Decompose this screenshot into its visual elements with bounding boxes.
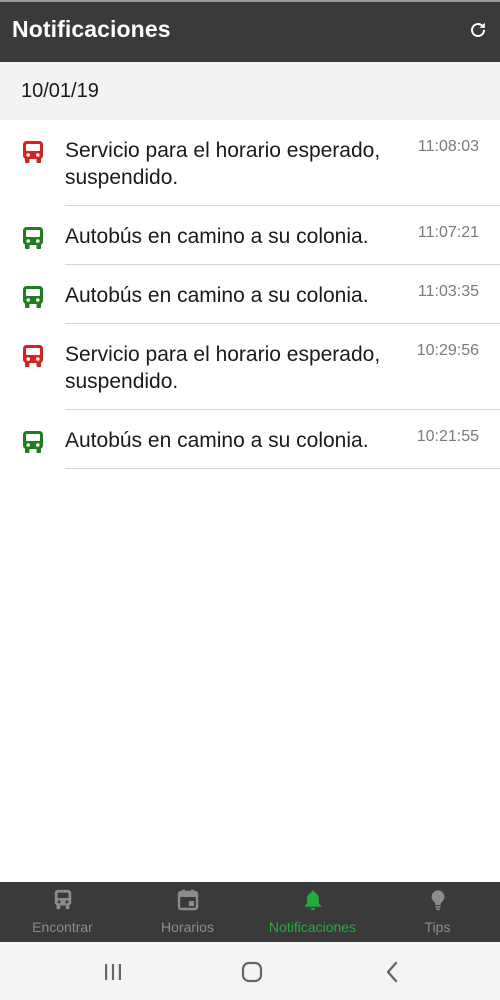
notification-time: 11:07:21 bbox=[417, 224, 479, 241]
notification-message: Autobús en camino a su colonia. bbox=[65, 225, 369, 248]
notification-time: 11:03:35 bbox=[417, 283, 479, 300]
notification-list: Servicio para el horario esperado, suspe… bbox=[0, 120, 500, 469]
back-icon bbox=[386, 961, 398, 983]
calendar-icon bbox=[177, 889, 198, 911]
bus-icon bbox=[54, 889, 71, 910]
lightbulb-icon bbox=[431, 890, 444, 911]
date-label: 10/01/19 bbox=[21, 80, 99, 102]
page-title: Notificaciones bbox=[12, 16, 171, 42]
notification-message: Autobús en camino a su colonia. bbox=[65, 284, 369, 307]
bottom-navigation: Encontrar Horarios Notificaciones Tips bbox=[0, 882, 500, 942]
bus-icon bbox=[23, 227, 43, 249]
notification-item[interactable]: Servicio para el horario esperado, suspe… bbox=[0, 324, 500, 410]
recents-icon bbox=[105, 964, 121, 980]
notification-message: Servicio para el horario esperado, suspe… bbox=[65, 139, 381, 189]
nav-label: Encontrar bbox=[32, 919, 93, 935]
bus-icon bbox=[23, 141, 43, 163]
system-navigation-bar bbox=[0, 942, 500, 1000]
back-button[interactable] bbox=[380, 959, 406, 985]
nav-label: Notificaciones bbox=[268, 919, 357, 935]
refresh-icon bbox=[471, 22, 485, 37]
app-header: Notificaciones bbox=[0, 0, 500, 62]
date-section-header: 10/01/19 bbox=[0, 62, 500, 120]
nav-label: Horarios bbox=[161, 919, 214, 935]
bus-icon bbox=[23, 345, 43, 367]
nav-label: Tips bbox=[424, 919, 451, 935]
recents-button[interactable] bbox=[100, 959, 126, 985]
notification-time: 11:08:03 bbox=[417, 138, 479, 155]
bus-icon bbox=[23, 286, 43, 308]
notification-item[interactable]: Servicio para el horario esperado, suspe… bbox=[0, 120, 500, 206]
nav-item-horarios[interactable]: Horarios bbox=[125, 882, 250, 942]
divider bbox=[65, 468, 500, 469]
bus-icon bbox=[23, 431, 43, 453]
nav-item-tips[interactable]: Tips bbox=[375, 882, 500, 942]
notification-item[interactable]: Autobús en camino a su colonia. 11:03:35 bbox=[0, 265, 500, 324]
home-button[interactable] bbox=[239, 959, 265, 985]
bell-icon bbox=[304, 890, 321, 911]
home-icon bbox=[241, 961, 263, 983]
notification-time: 10:21:55 bbox=[416, 428, 479, 445]
notification-item[interactable]: Autobús en camino a su colonia. 11:07:21 bbox=[0, 206, 500, 265]
nav-item-notificaciones[interactable]: Notificaciones bbox=[250, 882, 375, 942]
notification-message: Autobús en camino a su colonia. bbox=[65, 429, 369, 452]
notification-time: 10:29:56 bbox=[416, 342, 479, 359]
notification-item[interactable]: Autobús en camino a su colonia. 10:21:55 bbox=[0, 410, 500, 469]
refresh-button[interactable] bbox=[464, 16, 492, 44]
notification-message: Servicio para el horario esperado, suspe… bbox=[65, 343, 381, 393]
nav-item-encontrar[interactable]: Encontrar bbox=[0, 882, 125, 942]
